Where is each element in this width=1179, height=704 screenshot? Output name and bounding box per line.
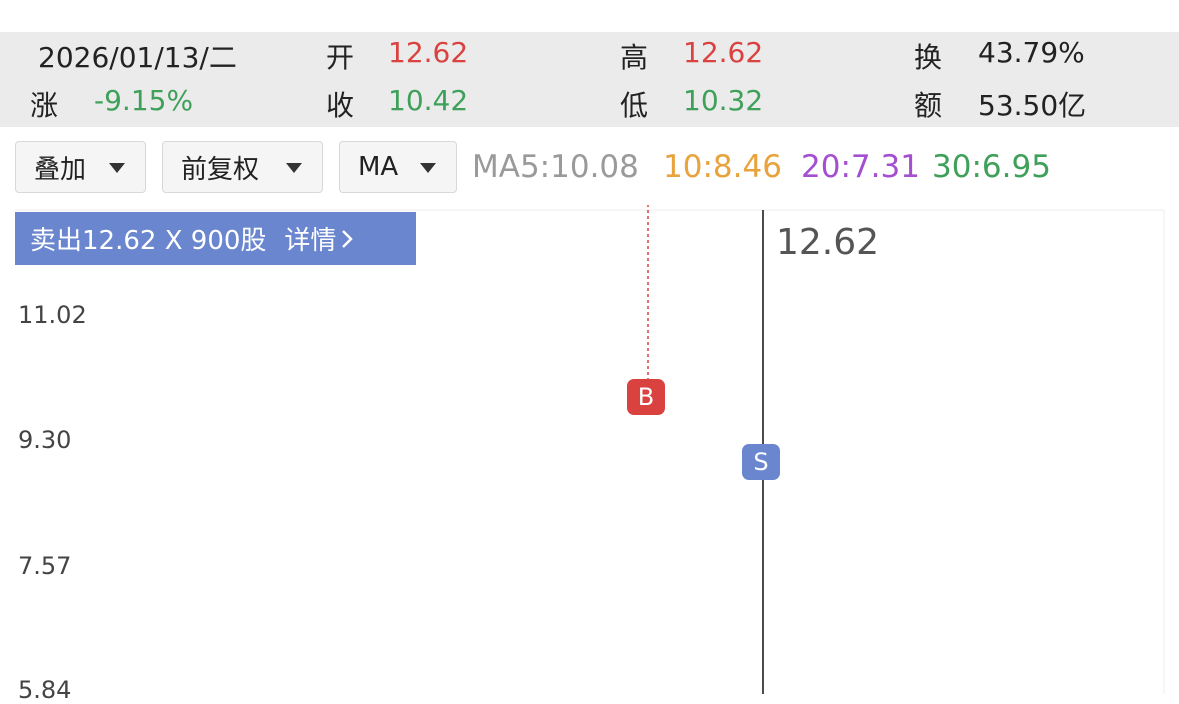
adjust-label: 前复权 [181,154,260,185]
open-label: 开 [326,41,355,74]
caret-down-icon [109,163,125,173]
quote-panel: 2026/01/13/二 开 12.62 高 12.62 换 43.79% 涨 … [0,32,1179,127]
ma10-value: 10:8.46 [663,149,782,185]
ma30-value: 30:6.95 [932,149,1051,185]
chevron-right-icon [342,229,354,248]
amount-value: 53.50亿 [978,89,1087,122]
high-label: 高 [620,41,649,74]
ma5-value: MA5:10.08 [472,149,639,185]
trade-text: 卖出12.62 X 900股 [30,226,267,256]
crosshair-price-label: 12.62 [776,222,880,263]
y-tick-label: 11.02 [18,301,87,329]
trade-detail-link[interactable]: 详情 [284,220,336,257]
turnover-label: 换 [914,41,943,74]
change-label: 涨 [30,89,59,122]
sell-marker[interactable]: S [742,444,780,480]
quote-date: 2026/01/13/二 [38,41,237,74]
caret-down-icon [286,163,302,173]
overlay-dropdown[interactable]: 叠加 [15,141,146,193]
amount-label: 额 [914,89,943,122]
overlay-label: 叠加 [34,154,87,185]
low-value: 10.32 [683,84,764,117]
adjust-dropdown[interactable]: 前复权 [162,141,323,193]
indicator-dropdown[interactable]: MA [339,141,457,193]
y-tick-label: 7.57 [18,552,72,580]
top-strip [0,0,1179,18]
candlestick-chart[interactable] [0,205,1179,694]
high-value: 12.62 [683,36,764,69]
y-tick-label: 9.30 [18,426,72,454]
ma20-value: 20:7.31 [801,149,920,185]
buy-marker[interactable]: B [627,379,665,415]
change-value: -9.15% [94,84,194,117]
indicator-label: MA [358,152,399,182]
close-label: 收 [326,89,355,122]
trade-banner[interactable]: 卖出12.62 X 900股 详情 [15,212,416,265]
open-value: 12.62 [388,36,469,69]
low-label: 低 [620,89,649,122]
turnover-value: 43.79% [978,36,1085,69]
close-value: 10.42 [388,84,469,117]
caret-down-icon [420,163,436,173]
y-tick-label: 5.84 [18,676,72,704]
